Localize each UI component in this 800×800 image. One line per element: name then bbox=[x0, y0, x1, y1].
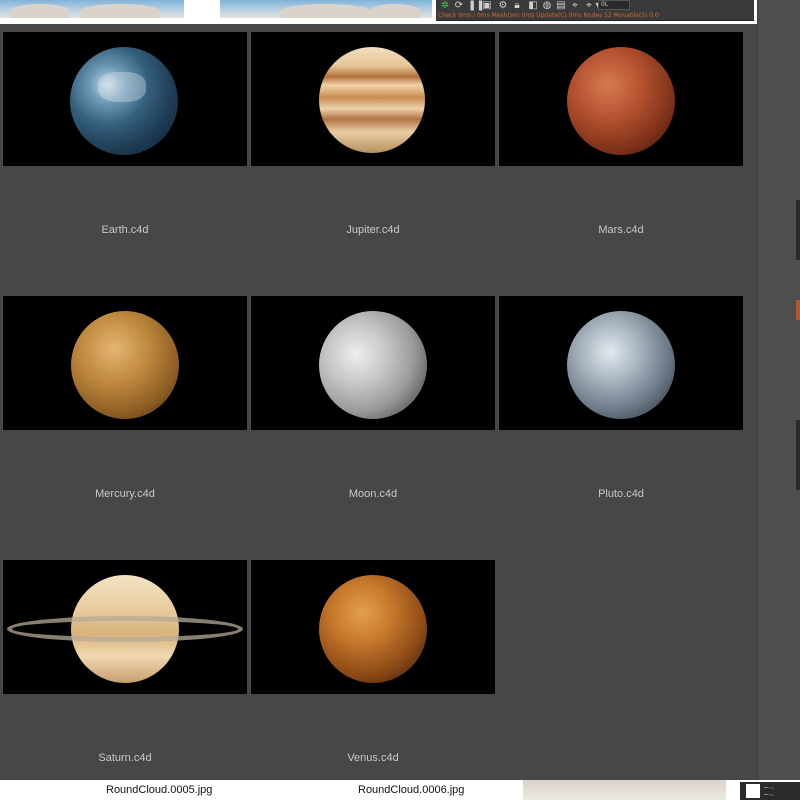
file-label: Mercury.c4d bbox=[95, 488, 155, 500]
saturn-ring bbox=[7, 616, 243, 642]
pin-icon[interactable]: ⌖ bbox=[584, 1, 594, 11]
scroll-marker[interactable] bbox=[796, 300, 800, 320]
file-name[interactable]: RoundCloud.0005.jpg bbox=[106, 784, 212, 796]
thumbnail-moon[interactable] bbox=[251, 296, 495, 430]
mini-panel: ━━ ▭ ━━ ▭ bbox=[740, 782, 800, 800]
gear-icon[interactable]: ⚙ bbox=[498, 1, 508, 11]
jupiter-planet-image bbox=[319, 47, 425, 153]
scroll-marker[interactable] bbox=[796, 420, 800, 490]
thumbnail-earth[interactable] bbox=[3, 32, 247, 166]
file-name[interactable]: RoundCloud.0006.jpg bbox=[358, 784, 464, 796]
file-label: Saturn.c4d bbox=[98, 752, 152, 764]
venus-planet-image bbox=[319, 575, 427, 683]
image-thumbnail[interactable] bbox=[523, 780, 726, 800]
thumbnail-pluto[interactable] bbox=[499, 296, 743, 430]
pin-icon[interactable]: ⌖ bbox=[570, 1, 580, 11]
zoom-field[interactable]: 0L bbox=[598, 0, 630, 10]
cloud-thumbnail[interactable] bbox=[220, 0, 432, 18]
mercury-planet-image bbox=[71, 311, 179, 419]
bookmark-icon[interactable]: ◍ bbox=[542, 1, 552, 11]
bottom-file-strip: RoundCloud.0005.jpg RoundCloud.0006.jpg … bbox=[0, 780, 800, 800]
right-side-panel bbox=[757, 0, 800, 780]
color-swatch[interactable] bbox=[746, 784, 760, 798]
pluto-planet-image bbox=[567, 311, 675, 419]
content-browser-grid: Earth.c4d Jupiter.c4d Mars.c4d Mercury.c… bbox=[0, 24, 757, 780]
render-icon[interactable]: ▣ bbox=[482, 1, 492, 11]
thumbnail-mars[interactable] bbox=[499, 32, 743, 166]
status-line: Check 0ms / 0ms MeshGen 0ms Update(C) 0m… bbox=[438, 12, 659, 19]
cloud-thumbnail[interactable] bbox=[0, 0, 184, 18]
pause-icon[interactable]: ❚❚ bbox=[468, 1, 485, 11]
file-label: Venus.c4d bbox=[347, 752, 399, 764]
mini-label: ━━ ▭ bbox=[764, 792, 774, 797]
folder-icon[interactable]: ◧ bbox=[528, 1, 538, 11]
top-image-strip: ✲ ⟳ ❚❚ ▣ ⚙ 🔒︎ ◧ ◍ ▤ ⌖ ⌖ ▾ 0L Check 0ms /… bbox=[0, 0, 800, 24]
earth-cloud-layer bbox=[98, 72, 146, 102]
lock-icon[interactable]: 🔒︎ bbox=[512, 1, 522, 11]
thumbnail-saturn[interactable] bbox=[3, 560, 247, 694]
refresh-icon[interactable]: ✲ bbox=[440, 1, 450, 11]
thumbnail-venus[interactable] bbox=[251, 560, 495, 694]
file-label: Earth.c4d bbox=[101, 224, 149, 236]
file-label: Jupiter.c4d bbox=[346, 224, 400, 236]
file-label: Moon.c4d bbox=[348, 488, 398, 500]
scroll-marker[interactable] bbox=[796, 200, 800, 260]
pin-icon[interactable]: ▤ bbox=[556, 1, 566, 11]
refresh-icon[interactable]: ⟳ bbox=[454, 1, 464, 11]
moon-planet-image bbox=[319, 311, 427, 419]
mini-label: ━━ ▭ bbox=[764, 785, 774, 790]
c4d-toolbar: ✲ ⟳ ❚❚ ▣ ⚙ 🔒︎ ◧ ◍ ▤ ⌖ ⌖ ▾ 0L Check 0ms /… bbox=[436, 0, 754, 21]
file-label: Mars.c4d bbox=[598, 224, 644, 236]
thumbnail-jupiter[interactable] bbox=[251, 32, 495, 166]
mars-planet-image bbox=[567, 47, 675, 155]
thumbnail-mercury[interactable] bbox=[3, 296, 247, 430]
file-label: Pluto.c4d bbox=[598, 488, 644, 500]
